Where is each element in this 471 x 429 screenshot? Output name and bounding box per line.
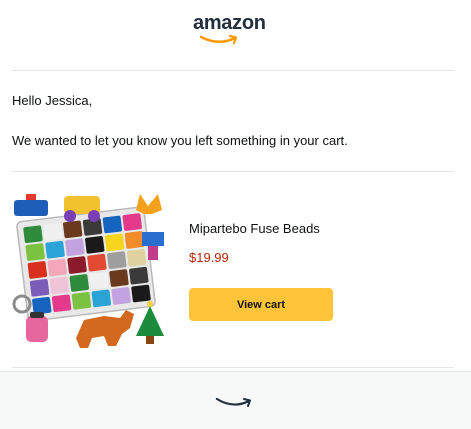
- bead-compartment: [23, 225, 43, 244]
- content-divider: [12, 171, 454, 172]
- bead-compartment: [87, 253, 107, 272]
- view-cart-button[interactable]: View cart: [189, 288, 333, 321]
- bead-compartment: [91, 289, 111, 308]
- bead-compartment: [107, 251, 127, 270]
- bead-compartment: [124, 231, 145, 249]
- bead-compartment: [45, 240, 65, 259]
- bead-compartment: [29, 279, 50, 297]
- bead-compartment: [69, 274, 89, 292]
- bead-compartment: [67, 256, 87, 274]
- email-footer: [0, 371, 471, 429]
- amazon-logo[interactable]: amazon: [193, 12, 273, 46]
- bottom-divider: [12, 367, 454, 368]
- bead-compartment: [25, 243, 45, 261]
- bead-compartment: [131, 284, 151, 303]
- bead-compartment: [109, 269, 129, 287]
- bead-compartment: [51, 294, 72, 313]
- product-name[interactable]: Mipartebo Fuse Beads: [189, 221, 320, 236]
- fuse-beads-product-image[interactable]: [12, 188, 172, 353]
- bead-compartment: [65, 238, 85, 257]
- amazon-smile-footer-icon[interactable]: [215, 396, 255, 410]
- bead-compartment: [102, 215, 123, 234]
- cart-item: Mipartebo Fuse Beads $19.99 View cart: [12, 188, 454, 358]
- bead-compartment: [129, 266, 149, 285]
- email-header: amazon: [0, 0, 471, 70]
- bead-compartment: [71, 292, 92, 310]
- bead-compartment: [126, 248, 147, 267]
- product-price: $19.99: [189, 250, 229, 265]
- bead-compartment: [111, 287, 131, 305]
- bead-compartment: [85, 235, 105, 254]
- bead-compartment: [89, 271, 109, 290]
- bead-compartment: [63, 220, 83, 239]
- bead-compartment: [122, 213, 142, 231]
- greeting-text: Hello Jessica,: [12, 93, 93, 108]
- amazon-logo-text: amazon: [193, 12, 266, 34]
- bead-compartment: [104, 233, 125, 252]
- bead-compartment: [43, 222, 63, 241]
- amazon-smile-icon: [199, 34, 238, 45]
- bead-compartment: [49, 276, 70, 295]
- header-divider: [12, 70, 454, 71]
- bead-compartment: [27, 261, 48, 279]
- bead-compartment: [47, 258, 67, 277]
- message-text: We wanted to let you know you left somet…: [12, 133, 348, 148]
